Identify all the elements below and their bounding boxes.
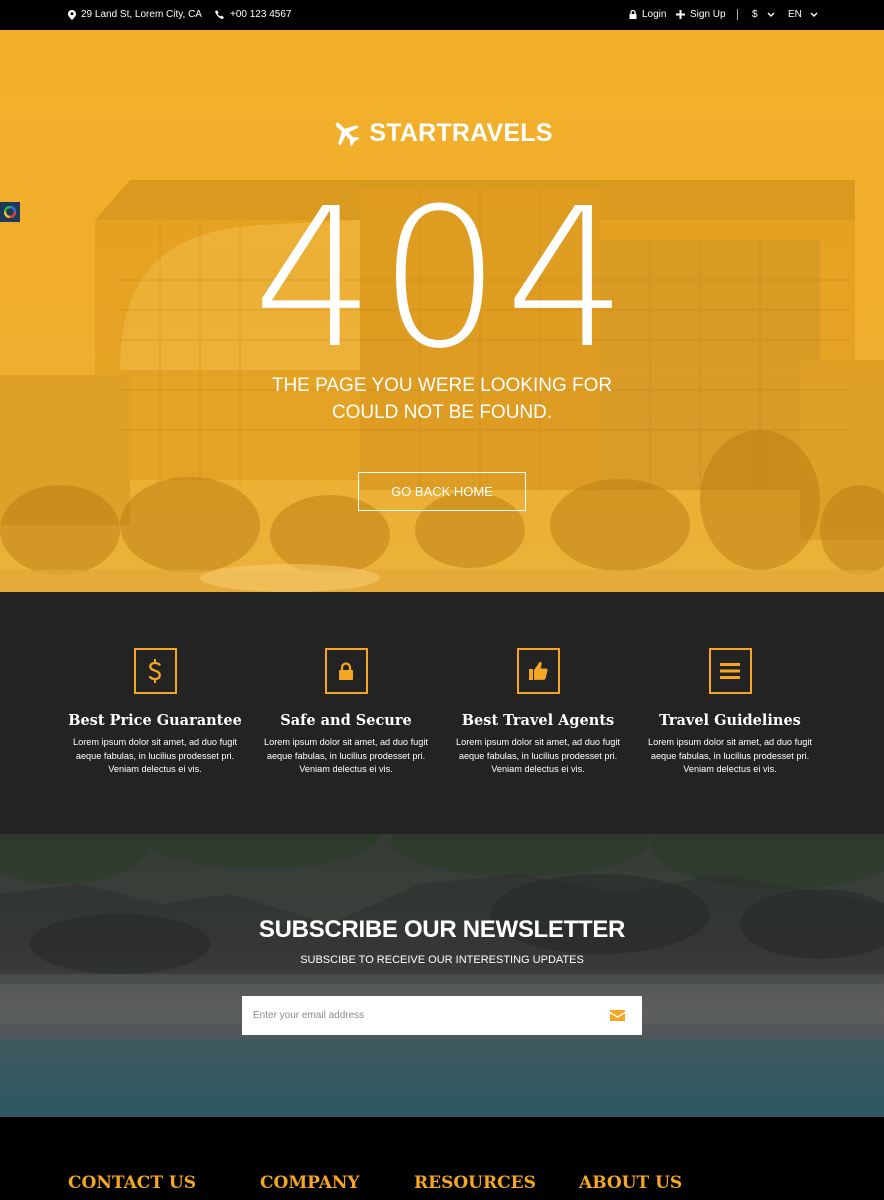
subscribe-button[interactable] xyxy=(592,996,642,1035)
footer-heading-resources: RESOURCES xyxy=(414,1173,536,1193)
language-select[interactable]: EN xyxy=(788,9,818,20)
feature-travel-guidelines: Travel Guidelines Lorem ipsum dolor sit … xyxy=(640,648,820,777)
footer-heading-about: ABOUT US xyxy=(579,1173,683,1193)
feature-icon-box xyxy=(708,648,752,694)
login-link[interactable]: Login xyxy=(629,9,666,20)
phone-item[interactable]: +00 123 4567 xyxy=(215,9,291,20)
envelope-icon xyxy=(609,1010,625,1021)
feature-title: Safe and Secure xyxy=(280,712,412,729)
footer-heading-contact: CONTACT US xyxy=(68,1173,196,1193)
thumbs-up-icon xyxy=(529,662,548,680)
feature-travel-agents: Best Travel Agents Lorem ipsum dolor sit… xyxy=(448,648,628,777)
feature-title: Best Price Guarantee xyxy=(68,712,242,729)
feature-text: Lorem ipsum dolor sit amet, ad duo fugit… xyxy=(264,737,428,775)
currency-select[interactable]: $ xyxy=(752,9,775,20)
map-pin-icon xyxy=(68,9,76,20)
feature-icon-box xyxy=(324,648,368,694)
signup-link[interactable]: Sign Up xyxy=(676,9,726,20)
topbar-divider xyxy=(737,9,738,20)
feature-text: Lorem ipsum dolor sit amet, ad duo fugit… xyxy=(456,737,620,775)
feature-icon-box xyxy=(133,648,177,694)
footer-heading-company: COMPANY xyxy=(260,1173,360,1193)
feature-icon-box xyxy=(516,648,560,694)
brand-logo[interactable]: STARTRAVELS xyxy=(0,118,884,148)
top-bar: 29 Land St, Lorem City, CA +00 123 4567 … xyxy=(0,0,884,30)
chevron-down-icon xyxy=(810,12,818,17)
phone-icon xyxy=(215,9,224,19)
go-back-home-button[interactable]: GO BACK HOME xyxy=(358,472,526,511)
newsletter-background-image xyxy=(0,834,884,1117)
brand-name: STARTRAVELS xyxy=(369,118,553,147)
error-message: THE PAGE YOU WERE LOOKING FOR COULD NOT … xyxy=(0,372,884,426)
feature-text: Lorem ipsum dolor sit amet, ad duo fugit… xyxy=(73,737,237,775)
feature-title: Travel Guidelines xyxy=(659,712,801,729)
feature-safe-secure: Safe and Secure Lorem ipsum dolor sit am… xyxy=(256,648,436,777)
phone-text: +00 123 4567 xyxy=(230,9,292,20)
lock-icon xyxy=(629,10,637,19)
login-label: Login xyxy=(642,9,667,20)
footer: CONTACT US COMPANY RESOURCES ABOUT US xyxy=(0,1117,884,1200)
email-input[interactable] xyxy=(242,996,592,1035)
error-code: 404 xyxy=(252,168,632,391)
signup-label: Sign Up xyxy=(690,9,726,20)
menu-lines-icon xyxy=(720,663,740,679)
airplane-icon xyxy=(336,122,360,147)
hero-section: STARTRAVELS 404 THE PAGE YOU WERE LOOKIN… xyxy=(0,30,884,592)
newsletter-subtitle: SUBSCIBE TO RECEIVE OUR INTERESTING UPDA… xyxy=(300,954,584,966)
address-item: 29 Land St, Lorem City, CA xyxy=(68,9,202,20)
dollar-icon xyxy=(148,659,162,683)
chevron-down-icon xyxy=(767,12,775,17)
newsletter-form xyxy=(242,996,642,1035)
features-section: Best Price Guarantee Lorem ipsum dolor s… xyxy=(0,592,884,834)
error-message-line2: COULD NOT BE FOUND. xyxy=(331,402,553,423)
newsletter-title: SUBSCRIBE OUR NEWSLETTER xyxy=(258,916,626,943)
currency-value: $ xyxy=(752,9,758,20)
plus-icon xyxy=(676,10,685,19)
newsletter-section: SUBSCRIBE OUR NEWSLETTER SUBSCIBE TO REC… xyxy=(0,834,884,1117)
feature-best-price: Best Price Guarantee Lorem ipsum dolor s… xyxy=(65,648,245,777)
feature-title: Best Travel Agents xyxy=(461,712,615,729)
error-message-line1: THE PAGE YOU WERE LOOKING FOR xyxy=(271,375,613,396)
lock-icon xyxy=(339,662,353,680)
feature-text: Lorem ipsum dolor sit amet, ad duo fugit… xyxy=(648,737,812,775)
address-text: 29 Land St, Lorem City, CA xyxy=(81,9,202,20)
language-value: EN xyxy=(788,9,802,20)
